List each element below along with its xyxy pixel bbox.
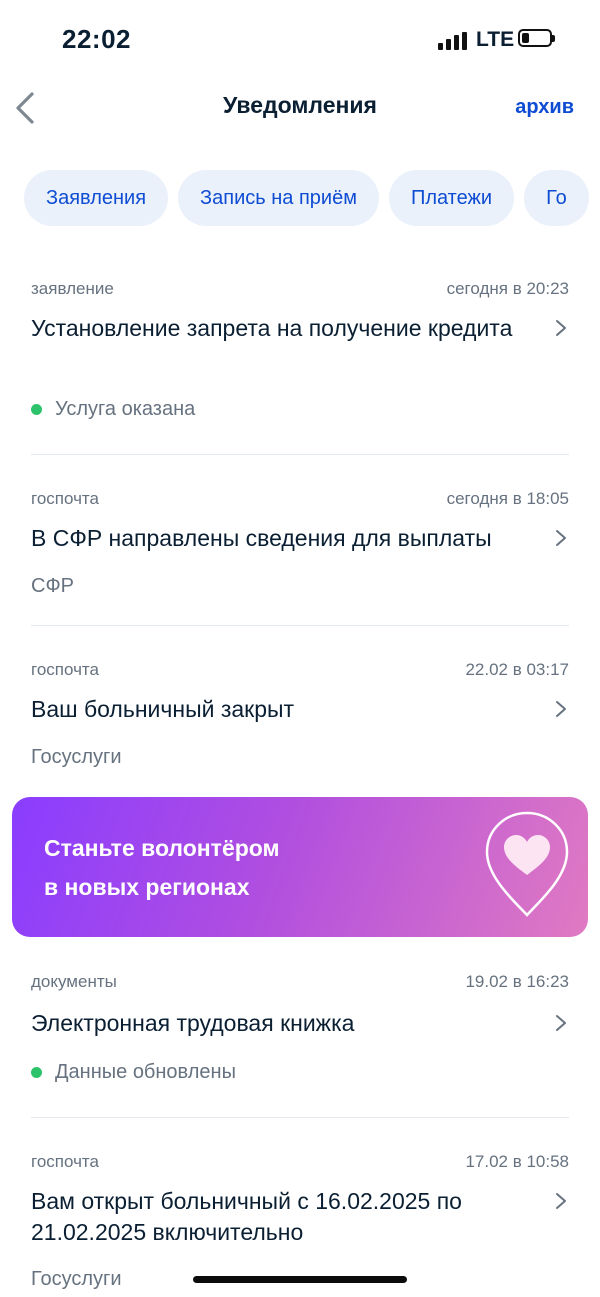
- notification-source: Госуслуги: [31, 746, 122, 768]
- divider: [31, 625, 569, 626]
- status-time: 22:02: [62, 24, 131, 54]
- chip-payments[interactable]: Платежи: [388, 170, 515, 226]
- notification-item[interactable]: заявление сегодня в 20:23 Установление з…: [31, 279, 569, 429]
- notification-source: Госуслуги: [31, 1268, 122, 1290]
- heart-pin-icon: [485, 811, 569, 917]
- chip-gos[interactable]: Го: [524, 170, 589, 226]
- notification-date: 22.02 в 03:17: [465, 660, 569, 679]
- notification-title: Установление запрета на получение кредит…: [31, 315, 513, 341]
- chevron-right-icon: [556, 701, 566, 717]
- notification-category: госпочта: [31, 489, 99, 508]
- status-dot-icon: [31, 1067, 42, 1078]
- home-indicator: [193, 1276, 407, 1283]
- notification-title: Ваш больничный закрыт: [31, 696, 295, 722]
- notification-source: СФР: [31, 575, 74, 597]
- notification-title: В СФР направлены сведения для выплаты: [31, 525, 492, 551]
- notification-date: 19.02 в 16:23: [465, 972, 569, 991]
- notification-title: Вам открыт больничный с 16.02.2025 по 21…: [31, 1188, 462, 1245]
- status-dot-icon: [31, 404, 42, 415]
- notification-category: документы: [31, 972, 117, 991]
- filter-chips: Заявления Запись на приём Платежи Го: [24, 170, 599, 226]
- notification-item[interactable]: госпочта 22.02 в 03:17 Ваш больничный за…: [31, 660, 569, 780]
- notification-status: Услуга оказана: [31, 398, 195, 421]
- chip-applications[interactable]: Заявления: [24, 170, 169, 226]
- chevron-right-icon: [556, 1193, 566, 1209]
- notification-category: госпочта: [31, 1152, 99, 1171]
- volunteer-banner[interactable]: Станьте волонтёром в новых регионах: [12, 797, 588, 937]
- chip-appointment[interactable]: Запись на приём: [178, 170, 379, 226]
- divider: [31, 1117, 569, 1118]
- banner-title-line2: в новых регионах: [44, 874, 250, 900]
- banner-title-line1: Станьте волонтёром: [44, 835, 280, 861]
- notification-item[interactable]: документы 19.02 в 16:23 Электронная труд…: [31, 972, 569, 1092]
- battery-icon: [518, 29, 555, 47]
- notification-item[interactable]: госпочта 17.02 в 10:58 Вам открыт больни…: [31, 1152, 569, 1292]
- signal-icon: [438, 32, 468, 50]
- chevron-right-icon: [556, 530, 566, 546]
- notification-title: Электронная трудовая книжка: [31, 1010, 355, 1036]
- notification-item[interactable]: госпочта сегодня в 18:05 В СФР направлен…: [31, 489, 569, 609]
- notification-status: Данные обновлены: [31, 1061, 236, 1084]
- divider: [31, 454, 569, 455]
- chevron-right-icon: [556, 320, 566, 336]
- notification-category: заявление: [31, 279, 114, 298]
- notification-date: сегодня в 18:05: [446, 489, 569, 508]
- notification-date: 17.02 в 10:58: [465, 1152, 569, 1171]
- notification-date: сегодня в 20:23: [446, 279, 569, 298]
- status-bar: 22:02 LTE: [0, 0, 600, 80]
- archive-link[interactable]: архив: [515, 96, 574, 119]
- notification-category: госпочта: [31, 660, 99, 679]
- nav-header: Уведомления архив: [0, 80, 600, 136]
- network-label: LTE: [476, 28, 515, 51]
- chevron-right-icon: [556, 1015, 566, 1031]
- page-title: Уведомления: [223, 92, 377, 118]
